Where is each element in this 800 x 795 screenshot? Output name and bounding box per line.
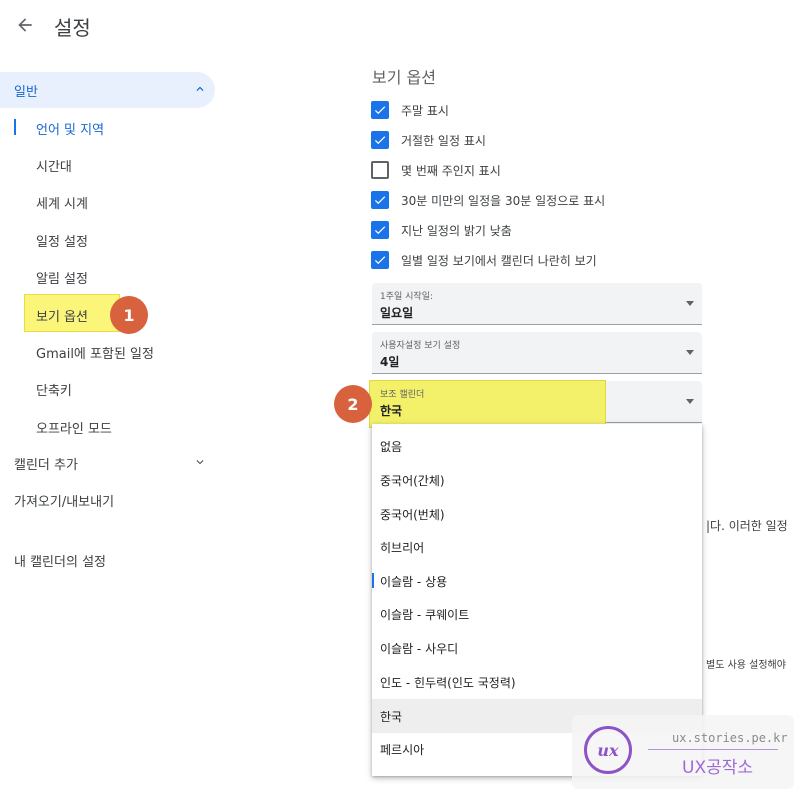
dropdown-option[interactable]: 중국어(간체) [372, 463, 702, 497]
dropdown-option[interactable]: 히브리어 [372, 530, 702, 564]
select-caption: 사용자설정 보기 설정 [380, 341, 461, 351]
checkbox-label: 지난 일정의 밝기 낮춤 [401, 223, 512, 238]
select-week-start[interactable]: 1주일 시작일: 일요일 [372, 283, 702, 325]
sidebar-item-label: 캘린더 추가 [14, 457, 78, 473]
dropdown-option[interactable]: 없음 [372, 429, 702, 463]
select-value: 일요일 [380, 306, 414, 320]
watermark-url: ux.stories.pe.kr [672, 731, 788, 745]
active-indicator [14, 119, 16, 135]
sidebar-item-gmail-events[interactable]: Gmail에 포함된 일정 [36, 343, 154, 362]
sidebar-item-shortcuts[interactable]: 단축키 [36, 380, 72, 399]
sidebar-item-general[interactable]: 일반 [0, 72, 215, 108]
checkbox-show-weekends[interactable]: 주말 표시 [371, 99, 449, 121]
dropdown-arrow-icon [686, 399, 694, 404]
dropdown-arrow-icon [686, 301, 694, 306]
chevron-up-icon [196, 86, 204, 91]
sidebar-item-language-region[interactable]: 언어 및 지역 [36, 119, 104, 138]
ux-logo-icon: ux [584, 726, 632, 774]
section-title: 보기 옵션 [372, 68, 436, 87]
focus-indicator [372, 573, 374, 588]
checkbox-checked-icon [371, 131, 389, 149]
page-title: 설정 [54, 16, 91, 40]
checkbox-show-week-numbers[interactable]: 몇 번째 주인지 표시 [371, 159, 501, 181]
sidebar-item-view-options[interactable]: 보기 옵션 [36, 306, 88, 325]
sidebar-item-timezone[interactable]: 시간대 [36, 156, 72, 175]
select-custom-view[interactable]: 사용자설정 보기 설정 4일 [372, 332, 702, 374]
checkbox-checked-icon [371, 251, 389, 269]
sidebar-item-label: 내 캘린더의 설정 [14, 554, 106, 570]
partial-description-text-2: 별도 사용 설정해야 [706, 660, 786, 671]
watermark: ux ux.stories.pe.kr UX공작소 [572, 715, 794, 789]
sidebar-item-add-calendar[interactable]: 캘린더 추가 [0, 445, 215, 481]
checkbox-checked-icon [371, 221, 389, 239]
select-value: 4일 [380, 355, 400, 369]
sidebar-item-event-settings[interactable]: 일정 설정 [36, 231, 88, 250]
sidebar-item-label: 가져오기/내보내기 [14, 494, 115, 510]
select-caption: 1주일 시작일: [380, 292, 434, 302]
sidebar-item-my-calendars[interactable]: 내 캘린더의 설정 [0, 542, 215, 578]
partial-description-text: |다. 이러한 일정 [706, 519, 788, 533]
watermark-brand: UX공작소 [682, 758, 754, 778]
arrow-back-icon [18, 18, 32, 32]
checkbox-show-declined[interactable]: 거절한 일정 표시 [371, 129, 486, 151]
dropdown-arrow-icon [686, 350, 694, 355]
chevron-down-icon [196, 460, 204, 465]
select-alternate-calendar[interactable]: 보조 캘린더 한국 [369, 380, 702, 428]
sidebar-item-offline-mode[interactable]: 오프라인 모드 [36, 418, 112, 437]
dropdown-option[interactable]: 이슬람 - 쿠웨이트 [372, 597, 702, 631]
back-button[interactable] [12, 12, 38, 38]
checkbox-checked-icon [371, 101, 389, 119]
checkbox-short-events[interactable]: 30분 미만의 일정을 30분 일정으로 표시 [371, 189, 605, 211]
dropdown-option[interactable]: 중국어(번체) [372, 497, 702, 531]
checkbox-label: 몇 번째 주인지 표시 [401, 163, 501, 178]
checkbox-label: 거절한 일정 표시 [401, 133, 486, 148]
step-badge-2: 2 [334, 385, 372, 423]
checkbox-side-by-side[interactable]: 일별 일정 보기에서 캘린더 나란히 보기 [371, 249, 597, 271]
select-value: 한국 [380, 404, 403, 418]
checkbox-label: 일별 일정 보기에서 캘린더 나란히 보기 [401, 253, 597, 268]
sidebar-item-import-export[interactable]: 가져오기/내보내기 [0, 482, 215, 518]
checkbox-dim-past-events[interactable]: 지난 일정의 밝기 낮춤 [371, 219, 512, 241]
checkbox-checked-icon [371, 191, 389, 209]
dropdown-option[interactable]: 이슬람 - 상용 [372, 564, 702, 598]
watermark-divider [648, 749, 778, 750]
checkbox-unchecked-icon [371, 161, 389, 179]
sidebar-item-label: 일반 [14, 84, 38, 100]
sidebar-item-world-clock[interactable]: 세계 시계 [36, 193, 88, 212]
checkbox-label: 30분 미만의 일정을 30분 일정으로 표시 [401, 193, 606, 208]
dropdown-option[interactable]: 인도 - 힌두력(인도 국정력) [372, 665, 702, 699]
select-caption: 보조 캘린더 [380, 390, 425, 400]
dropdown-option[interactable]: 이슬람 - 사우디 [372, 631, 702, 665]
checkbox-label: 주말 표시 [401, 103, 449, 118]
sidebar-item-notification-settings[interactable]: 알림 설정 [36, 268, 88, 287]
settings-header: 설정 [0, 0, 800, 52]
step-badge-1: 1 [110, 296, 148, 334]
